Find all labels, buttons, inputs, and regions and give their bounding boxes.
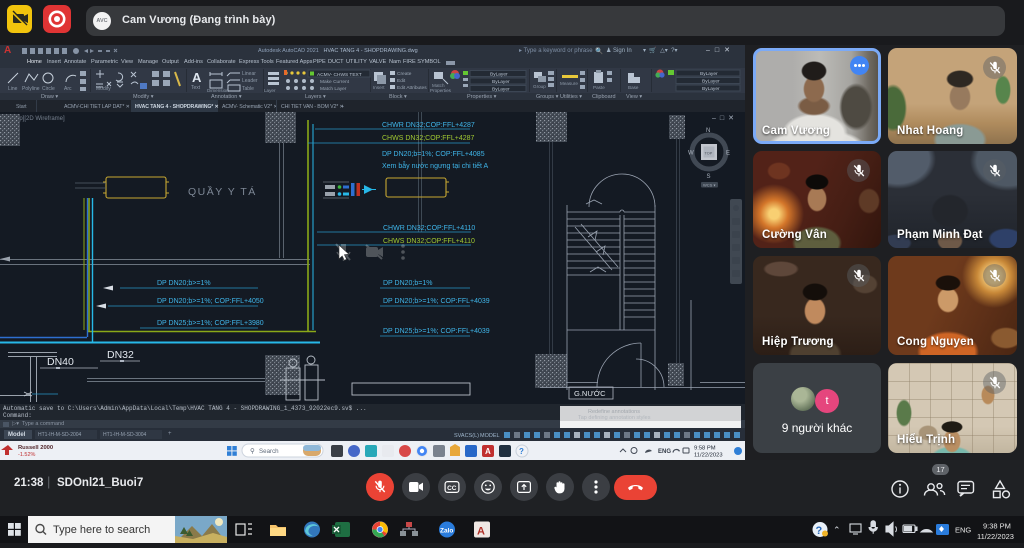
- svg-text:–□✕: –□✕: [712, 115, 738, 122]
- svg-text:ByLayer: ByLayer: [492, 87, 510, 93]
- svg-text:DP DN20;b=1%: DP DN20;b=1%: [383, 280, 432, 287]
- svg-text:DN32: DN32: [107, 349, 134, 361]
- svg-text:DP DN20;b>=1%; COP:FFL+4039: DP DN20;b>=1%; COP:FFL+4039: [383, 298, 490, 305]
- svg-text:⚲: ⚲: [250, 447, 255, 455]
- svg-text:G.NƯỚC: G.NƯỚC: [574, 389, 606, 398]
- svg-text:CHWR DN32;COP:FFL+4110: CHWR DN32;COP:FFL+4110: [383, 225, 475, 232]
- svg-text:Insert: Insert: [373, 85, 385, 90]
- svg-text:ByLayer: ByLayer: [492, 79, 510, 85]
- svg-text:CHWS DN32;COP:FFL+4110: CHWS DN32;COP:FFL+4110: [383, 238, 475, 245]
- svg-text:Zalo: Zalo: [440, 528, 453, 535]
- svg-text:A: A: [477, 526, 485, 538]
- svg-text:Edit Attributes: Edit Attributes: [397, 85, 427, 91]
- svg-text:Match Layer: Match Layer: [320, 86, 347, 92]
- svg-text:ENG: ENG: [955, 526, 971, 535]
- svg-text:Make Current: Make Current: [320, 79, 350, 85]
- svg-text:DP DN20;b>=1%: DP DN20;b>=1%: [157, 280, 211, 287]
- svg-text:WCS ▾: WCS ▾: [703, 183, 715, 188]
- svg-text:Leader: Leader: [242, 78, 258, 84]
- svg-text:Russell 2000: Russell 2000: [18, 445, 53, 451]
- svg-text:11/22/2023: 11/22/2023: [694, 453, 723, 459]
- svg-text:Search: Search: [259, 448, 279, 455]
- svg-text:ByLayer: ByLayer: [700, 71, 718, 77]
- svg-text:ENG: ENG: [658, 449, 671, 455]
- svg-text:TOP: TOP: [705, 152, 713, 156]
- svg-text:⌃: ⌃: [833, 525, 841, 535]
- svg-text:Modify: Modify: [96, 86, 111, 92]
- svg-text:ByLayer: ByLayer: [490, 72, 508, 78]
- svg-text:9:38 PM: 9:38 PM: [983, 522, 1011, 531]
- svg-text:11/22/2023: 11/22/2023: [977, 532, 1014, 541]
- svg-text:W: W: [688, 151, 694, 157]
- svg-text:Text: Text: [191, 85, 201, 91]
- svg-text:Base: Base: [628, 85, 639, 90]
- svg-text:DP DN20;b=1%; COP:FFL+4085: DP DN20;b=1%; COP:FFL+4085: [382, 151, 485, 158]
- svg-text:DP DN25;b>=1%; COP:FFL+3980: DP DN25;b>=1%; COP:FFL+3980: [157, 320, 264, 327]
- svg-text:?: ?: [519, 447, 524, 456]
- svg-text:Type here to search: Type here to search: [53, 524, 150, 536]
- svg-text:DP DN20;b>=1%; COP:FFL+4050: DP DN20;b>=1%; COP:FFL+4050: [157, 298, 264, 305]
- svg-text:A: A: [192, 70, 202, 85]
- svg-text:Measure: Measure: [560, 81, 578, 86]
- svg-text:Linear: Linear: [242, 71, 256, 77]
- svg-text:?: ?: [816, 525, 823, 537]
- svg-text:DP DN25;b>=1%; COP:FFL+4039: DP DN25;b>=1%; COP:FFL+4039: [383, 328, 490, 335]
- svg-text:Xem bẫy nước ngưng tại chi tiế: Xem bẫy nước ngưng tại chi tiết A: [382, 161, 489, 170]
- svg-text:Line: Line: [8, 86, 18, 92]
- svg-text:ByLayer: ByLayer: [702, 79, 720, 85]
- svg-text:CHWR DN32;COP:FFL+4287: CHWR DN32;COP:FFL+4287: [382, 122, 475, 129]
- svg-text:Paste: Paste: [593, 85, 605, 90]
- svg-text:SVACS(L): SVACS(L): [454, 433, 479, 439]
- svg-text:Edit: Edit: [397, 78, 406, 84]
- svg-text:CC: CC: [447, 485, 457, 492]
- svg-text:Table: Table: [242, 86, 254, 92]
- svg-text:N: N: [706, 128, 710, 134]
- svg-text:CHWS DN32;COP:FFL+4287: CHWS DN32;COP:FFL+4287: [382, 135, 474, 142]
- svg-text:Create: Create: [397, 71, 412, 77]
- svg-text:QUẦY Y TÁ: QUẦY Y TÁ: [188, 185, 257, 198]
- svg-text:ACMV- CHWS TEXT: ACMV- CHWS TEXT: [317, 72, 362, 78]
- svg-text:9:58 PM: 9:58 PM: [694, 446, 716, 452]
- svg-text:E: E: [726, 151, 730, 157]
- svg-text:ByLayer: ByLayer: [702, 86, 720, 92]
- svg-text:-1.52%: -1.52%: [18, 452, 36, 458]
- svg-text:Polyline: Polyline: [22, 86, 40, 92]
- svg-text:DN40: DN40: [47, 356, 74, 368]
- svg-text:Circle: Circle: [42, 86, 55, 92]
- svg-text:Group: Group: [533, 84, 546, 89]
- svg-text:A: A: [485, 447, 491, 456]
- svg-text:MODEL: MODEL: [480, 433, 500, 439]
- svg-text:Arc: Arc: [64, 86, 72, 92]
- svg-text:S: S: [707, 174, 711, 180]
